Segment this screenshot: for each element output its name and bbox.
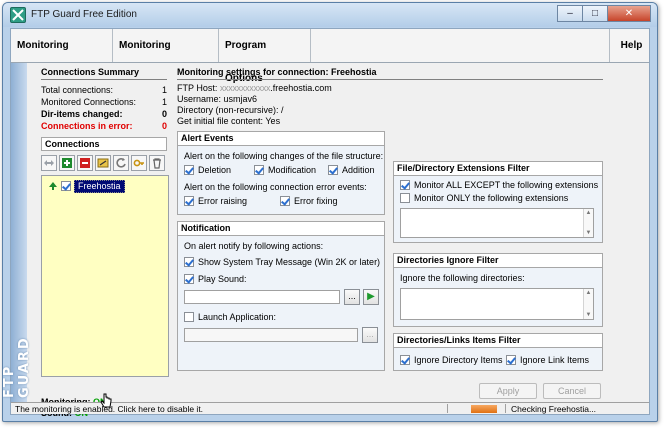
ftp-host-masked: xxxxxxxxxxxx <box>219 83 271 93</box>
menu-program-options[interactable]: Program Options <box>219 29 311 84</box>
summary-title: Connections Summary <box>41 67 140 77</box>
dirs-ignore-text: Ignore the following directories: <box>400 273 525 283</box>
brand-strip: FTP GUARD <box>3 63 32 402</box>
sound-path-input[interactable] <box>184 290 340 304</box>
sidebar: FTP GUARD Connections Summary Total conn… <box>3 63 171 418</box>
dirs-ignore-group: Directories Ignore Filter Ignore the fol… <box>393 253 603 327</box>
connection-name[interactable]: Freehostia <box>74 179 125 193</box>
ignore-dir-items-checkbox[interactable]: Ignore Directory Items <box>400 355 503 365</box>
launch-app-checkbox[interactable]: Launch Application: <box>184 312 276 322</box>
summary-row-changed: Dir-items changed: 0 <box>41 109 167 119</box>
group-title: Directories/Links Items Filter <box>394 334 602 348</box>
connections-toolbar <box>41 155 167 173</box>
menu-monitoring-results[interactable]: Monitoring Results <box>11 29 113 84</box>
dirs-ignore-textarea[interactable]: ▲ ▼ <box>400 288 594 320</box>
maximize-button[interactable]: □ <box>582 5 608 22</box>
window-title: FTP Guard Free Edition <box>31 9 137 20</box>
settings-title: Monitoring settings for connection: Free… <box>177 67 377 77</box>
trash-icon[interactable] <box>149 155 165 171</box>
scrollbar[interactable]: ▲ ▼ <box>583 289 593 319</box>
group-title: Notification <box>178 222 384 236</box>
ftp-host-line: FTP Host: xxxxxxxxxxxx.freehostia.com <box>177 83 332 93</box>
menu-bar: Monitoring Results Monitoring Settings P… <box>11 29 649 84</box>
deletion-checkbox[interactable]: Deletion <box>184 165 231 175</box>
play-icon[interactable]: ▶ <box>363 289 379 305</box>
error-raising-checkbox[interactable]: Error raising <box>184 196 247 206</box>
menu-monitoring-settings[interactable]: Monitoring Settings <box>113 29 219 84</box>
extensions-filter-group: File/Directory Extensions Filter Monitor… <box>393 161 603 243</box>
divider <box>505 404 506 413</box>
swap-arrows-icon[interactable] <box>41 155 57 171</box>
list-item[interactable]: Freehostia <box>48 179 125 193</box>
client-area: Monitoring Results Monitoring Settings P… <box>3 28 650 418</box>
ftp-guard-app-icon <box>10 7 26 23</box>
browse-sound-button[interactable]: ... <box>344 289 360 305</box>
hand-cursor-icon <box>100 393 112 408</box>
scrollbar[interactable]: ▲ ▼ <box>583 209 593 237</box>
group-title: Alert Events <box>178 132 384 146</box>
structure-text: Alert on the following changes of the fi… <box>184 151 384 161</box>
alert-events-group: Alert Events Alert on the following chan… <box>177 131 385 215</box>
notification-text: On alert notify by following actions: <box>184 241 324 251</box>
refresh-icon[interactable] <box>113 155 129 171</box>
addition-checkbox[interactable]: Addition <box>328 165 375 175</box>
extensions-textarea[interactable]: ▲ ▼ <box>400 208 594 238</box>
title-bar: FTP Guard Free Edition – □ ✕ <box>3 3 657 27</box>
progress-bar <box>471 405 497 413</box>
app-window: FTP Guard Free Edition – □ ✕ Monitoring … <box>2 2 658 422</box>
ignore-link-items-checkbox[interactable]: Ignore Link Items <box>506 355 589 365</box>
connections-title: Connections <box>41 137 167 151</box>
links-filter-group: Directories/Links Items Filter Ignore Di… <box>393 333 603 371</box>
notification-group: Notification On alert notify by followin… <box>177 221 385 371</box>
modification-checkbox[interactable]: Modification <box>254 165 316 175</box>
remove-icon[interactable] <box>77 155 93 171</box>
connections-list: Freehostia <box>41 175 169 377</box>
add-icon[interactable] <box>59 155 75 171</box>
connection-checkbox[interactable] <box>61 181 71 191</box>
key-icon[interactable] <box>131 155 147 171</box>
error-events-text: Alert on the following connection error … <box>184 182 367 192</box>
summary-row-monitored: Monitored Connections: 1 <box>41 97 167 107</box>
brand-text: FTP GUARD <box>2 336 32 398</box>
group-title: File/Directory Extensions Filter <box>394 162 602 176</box>
close-button[interactable]: ✕ <box>607 5 651 22</box>
summary-row-total: Total connections: 1 <box>41 85 167 95</box>
apply-button[interactable]: Apply <box>479 383 537 399</box>
edit-icon[interactable] <box>95 155 111 171</box>
settings-panel: Monitoring settings for connection: Free… <box>171 63 649 402</box>
minimize-button[interactable]: – <box>557 5 583 22</box>
divider <box>447 404 448 413</box>
browse-app-button[interactable]: ... <box>362 327 378 343</box>
directory-line: Directory (non-recursive): / <box>177 105 284 115</box>
monitor-except-checkbox[interactable]: Monitor ALL EXCEPT the following extensi… <box>400 180 598 190</box>
initial-content-line: Get initial file content: Yes <box>177 116 281 126</box>
app-path-input[interactable] <box>184 328 358 342</box>
error-fixing-checkbox[interactable]: Error fixing <box>280 196 338 206</box>
monitor-only-checkbox[interactable]: Monitor ONLY the following extensions <box>400 193 568 203</box>
cancel-button[interactable]: Cancel <box>543 383 601 399</box>
group-title: Directories Ignore Filter <box>394 254 602 268</box>
summary-row-error: Connections in error: 0 <box>41 121 167 131</box>
play-sound-checkbox[interactable]: Play Sound: <box>184 274 247 284</box>
status-checking: Checking Freehostia... <box>511 404 597 414</box>
username-line: Username: usmjav6 <box>177 94 258 104</box>
divider <box>177 79 603 80</box>
menu-help[interactable]: Help <box>609 29 653 62</box>
up-arrow-icon <box>49 182 57 190</box>
tray-message-checkbox[interactable]: Show System Tray Message (Win 2K or late… <box>184 257 380 267</box>
divider <box>41 79 167 80</box>
